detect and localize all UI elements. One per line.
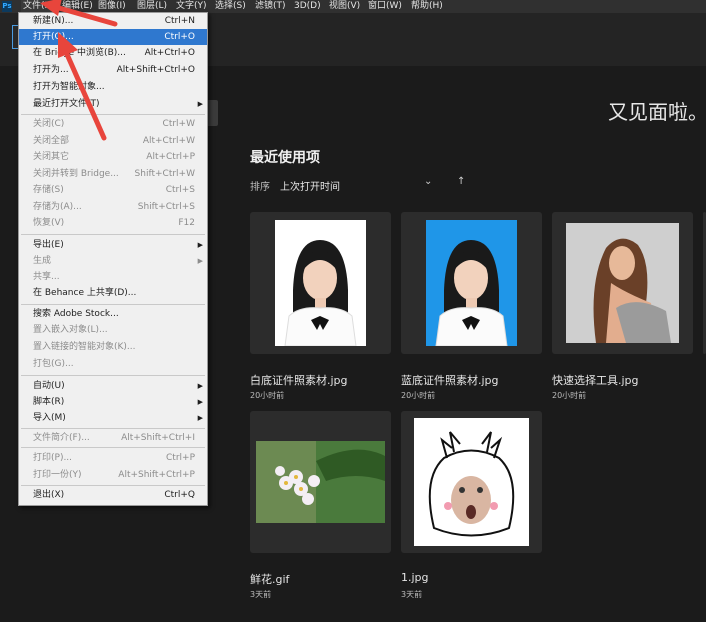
annotation-arrows <box>40 0 118 141</box>
annotation-arrow-menu-icon <box>40 0 118 27</box>
annotation-arrow-open-icon <box>58 32 107 141</box>
